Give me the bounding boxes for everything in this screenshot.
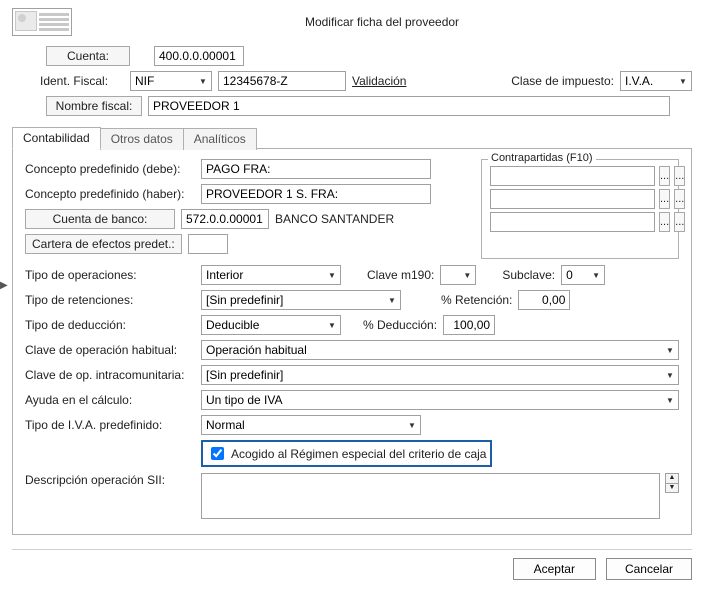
ayuda-calculo-label: Ayuda en el cálculo: (25, 393, 195, 407)
concepto-haber-label: Concepto predefinido (haber): (25, 187, 195, 201)
tipo-operaciones-label: Tipo de operaciones: (25, 268, 195, 282)
ayuda-calculo-combo[interactable] (201, 390, 679, 410)
clave-intracomunitaria-combo[interactable] (201, 365, 679, 385)
tab-analiticos[interactable]: Analíticos (183, 128, 257, 150)
clave-intracomunitaria-label: Clave de op. intracomunitaria: (25, 368, 195, 382)
cuenta-input[interactable] (154, 46, 244, 66)
cuenta-banco-code-input[interactable] (181, 209, 269, 229)
contrapartidas-group: Contrapartidas (F10) ...... ...... .....… (481, 159, 679, 259)
pct-retencion-label: % Retención: (441, 293, 512, 307)
clave-m190-label: Clave m190: (367, 268, 434, 282)
cuenta-banco-button[interactable]: Cuenta de banco: (25, 209, 175, 229)
tipo-deduccion-label: Tipo de deducción: (25, 318, 195, 332)
cp-browse-3b[interactable]: ... (674, 212, 685, 232)
concepto-debe-input[interactable] (201, 159, 431, 179)
recc-label: Acogido al Régimen especial del criterio… (231, 447, 486, 461)
cuenta-banco-name: BANCO SANTANDER (275, 212, 394, 226)
tipo-retenciones-combo[interactable] (201, 290, 401, 310)
recc-checkbox[interactable] (211, 447, 224, 460)
tipo-deduccion-combo[interactable] (201, 315, 341, 335)
side-resize-handle[interactable]: ▶ (0, 280, 8, 291)
cp-browse-1a[interactable]: ... (659, 166, 670, 186)
cp-input-2[interactable] (490, 189, 655, 209)
cartera-input[interactable] (188, 234, 228, 254)
desc-sii-label: Descripción operación SII: (25, 473, 195, 487)
nombre-fiscal-input[interactable] (148, 96, 670, 116)
cp-browse-2b[interactable]: ... (674, 189, 685, 209)
recc-highlight: Acogido al Régimen especial del criterio… (201, 440, 492, 467)
tipo-retenciones-label: Tipo de retenciones: (25, 293, 195, 307)
cp-browse-2a[interactable]: ... (659, 189, 670, 209)
clave-op-habitual-label: Clave de operación habitual: (25, 343, 195, 357)
concepto-debe-label: Concepto predefinido (debe): (25, 162, 195, 176)
clase-impuesto-combo[interactable] (620, 71, 692, 91)
desc-sii-textarea[interactable] (201, 473, 660, 519)
ident-num-input[interactable] (218, 71, 346, 91)
clave-m190-combo[interactable] (440, 265, 476, 285)
cp-input-1[interactable] (490, 166, 655, 186)
cp-input-3[interactable] (490, 212, 655, 232)
clave-op-habitual-combo[interactable] (201, 340, 679, 360)
aceptar-button[interactable]: Aceptar (513, 558, 596, 580)
tipo-operaciones-combo[interactable] (201, 265, 341, 285)
tab-otros-datos[interactable]: Otros datos (100, 128, 184, 150)
subclave-combo[interactable] (561, 265, 605, 285)
subclave-label: Subclave: (502, 268, 555, 282)
cancelar-button[interactable]: Cancelar (606, 558, 692, 580)
cartera-button[interactable]: Cartera de efectos predet.: (25, 234, 182, 254)
tab-contabilidad[interactable]: Contabilidad (12, 127, 101, 149)
ident-fiscal-label: Ident. Fiscal: (12, 72, 124, 90)
pct-deduccion-input[interactable] (443, 315, 495, 335)
tipo-iva-predef-label: Tipo de I.V.A. predefinido: (25, 418, 195, 432)
tipo-iva-predef-combo[interactable] (201, 415, 421, 435)
cp-browse-1b[interactable]: ... (674, 166, 685, 186)
record-icon (12, 8, 72, 36)
clase-impuesto-label: Clase de impuesto: (511, 74, 614, 88)
dialog-title: Modificar ficha del proveedor (72, 15, 692, 29)
nombre-fiscal-label-button[interactable]: Nombre fiscal: (46, 96, 142, 116)
cuenta-label-button[interactable]: Cuenta: (46, 46, 130, 66)
pct-retencion-input[interactable] (518, 290, 570, 310)
concepto-haber-input[interactable] (201, 184, 431, 204)
cp-browse-3a[interactable]: ... (659, 212, 670, 232)
contrapartidas-legend: Contrapartidas (F10) (488, 152, 596, 164)
pct-deduccion-label: % Deducción: (363, 318, 437, 332)
ident-tipo-combo[interactable] (130, 71, 212, 91)
desc-sii-spinner[interactable]: ▲▼ (665, 473, 679, 493)
validacion-link[interactable]: Validación (352, 74, 406, 88)
